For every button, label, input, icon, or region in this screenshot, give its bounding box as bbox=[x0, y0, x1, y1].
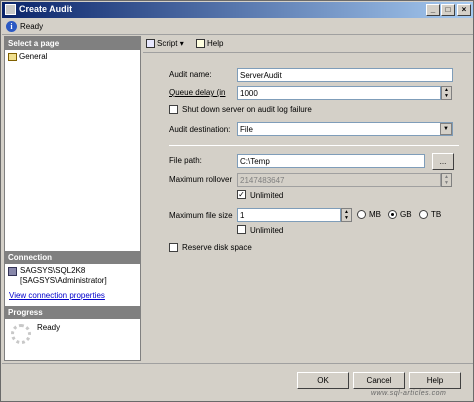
page-item-label: General bbox=[19, 52, 48, 61]
script-dropdown-icon[interactable]: ▾ bbox=[180, 39, 184, 48]
page-icon bbox=[8, 52, 17, 61]
unit-gb-label: GB bbox=[400, 210, 412, 219]
maximize-button[interactable]: □ bbox=[441, 4, 455, 16]
unlimited-size-label: Unlimited bbox=[250, 226, 284, 235]
toolbar: Script ▾ Help bbox=[143, 36, 471, 53]
unit-mb-radio[interactable] bbox=[357, 210, 366, 219]
queue-delay-label: Queue delay (in bbox=[169, 88, 226, 97]
file-path-label: File path: bbox=[169, 156, 202, 165]
max-file-size-label: Maximum file size bbox=[169, 211, 233, 220]
audit-destination-label: Audit destination: bbox=[169, 125, 231, 134]
progress-header: Progress bbox=[5, 306, 140, 319]
max-rollover-label: Maximum rollover bbox=[169, 175, 233, 184]
server-user: [SAGSYS\Administrator] bbox=[20, 276, 107, 285]
max-rollover-spinner[interactable]: ▲ ▼ bbox=[441, 173, 452, 187]
progress-spinner-icon bbox=[11, 324, 31, 344]
window-title: Create Audit bbox=[19, 4, 73, 14]
help-button[interactable]: Help bbox=[409, 372, 461, 389]
script-button[interactable]: Script ▾ bbox=[146, 39, 184, 49]
max-file-size-spinner[interactable]: ▲ ▼ bbox=[341, 208, 352, 222]
help-icon bbox=[196, 39, 205, 49]
close-button[interactable]: × bbox=[457, 4, 471, 16]
divider bbox=[169, 145, 459, 146]
create-audit-dialog: Create Audit _ □ × i Ready Select a page… bbox=[0, 0, 474, 402]
app-icon bbox=[5, 4, 16, 15]
script-icon bbox=[146, 39, 155, 49]
general-page: Audit name: ServerAudit Queue delay (in … bbox=[143, 54, 471, 361]
server-icon bbox=[8, 267, 17, 278]
unit-tb-radio[interactable] bbox=[419, 210, 428, 219]
max-file-size-input[interactable]: 1 bbox=[237, 208, 341, 222]
unit-tb-label: TB bbox=[431, 210, 442, 219]
unlimited-rollover-label: Unlimited bbox=[250, 191, 284, 200]
unit-gb-radio[interactable] bbox=[388, 210, 397, 219]
connection-header: Connection bbox=[5, 251, 140, 264]
audit-name-label: Audit name: bbox=[169, 70, 212, 79]
browse-button[interactable]: ... bbox=[432, 153, 454, 170]
reserve-disk-checkbox[interactable] bbox=[169, 243, 178, 252]
status-strip: i Ready bbox=[2, 18, 473, 35]
view-connection-properties-link[interactable]: View connection properties bbox=[9, 291, 105, 300]
help-toolbar-button[interactable]: Help bbox=[196, 39, 224, 49]
title-bar[interactable]: Create Audit _ □ × bbox=[2, 2, 473, 18]
minimize-button[interactable]: _ bbox=[426, 4, 440, 16]
unlimited-rollover-checkbox[interactable]: ✓ bbox=[237, 190, 246, 199]
unit-mb-label: MB bbox=[369, 210, 381, 219]
server-name: SAGSYS\SQL2K8 bbox=[20, 266, 86, 275]
cancel-button[interactable]: Cancel bbox=[353, 372, 405, 389]
reserve-disk-label: Reserve disk space bbox=[182, 243, 252, 252]
script-label: Script bbox=[157, 39, 178, 48]
ok-button[interactable]: OK bbox=[297, 372, 349, 389]
select-page-header: Select a page bbox=[5, 37, 140, 50]
progress-text: Ready bbox=[37, 323, 61, 332]
max-rollover-input[interactable]: 2147483647 bbox=[237, 173, 441, 187]
unlimited-size-checkbox[interactable] bbox=[237, 225, 246, 234]
chevron-down-icon[interactable]: ▼ bbox=[440, 123, 452, 135]
shutdown-label: Shut down server on audit log failure bbox=[182, 105, 312, 114]
help-toolbar-label: Help bbox=[207, 39, 224, 48]
shutdown-checkbox[interactable] bbox=[169, 105, 178, 114]
watermark: www.sql-articles.com bbox=[371, 390, 447, 397]
audit-destination-select[interactable]: File bbox=[237, 122, 453, 136]
left-pane: Select a page General Connection SAGSYS\… bbox=[4, 36, 141, 361]
page-item-general[interactable]: General bbox=[8, 52, 47, 61]
info-icon: i bbox=[6, 21, 17, 32]
file-path-input[interactable]: C:\Temp bbox=[237, 154, 425, 168]
status-text: Ready bbox=[20, 22, 44, 31]
audit-name-input[interactable]: ServerAudit bbox=[237, 68, 453, 82]
queue-delay-spinner[interactable]: ▲ ▼ bbox=[441, 86, 452, 100]
queue-delay-input[interactable]: 1000 bbox=[237, 86, 441, 100]
